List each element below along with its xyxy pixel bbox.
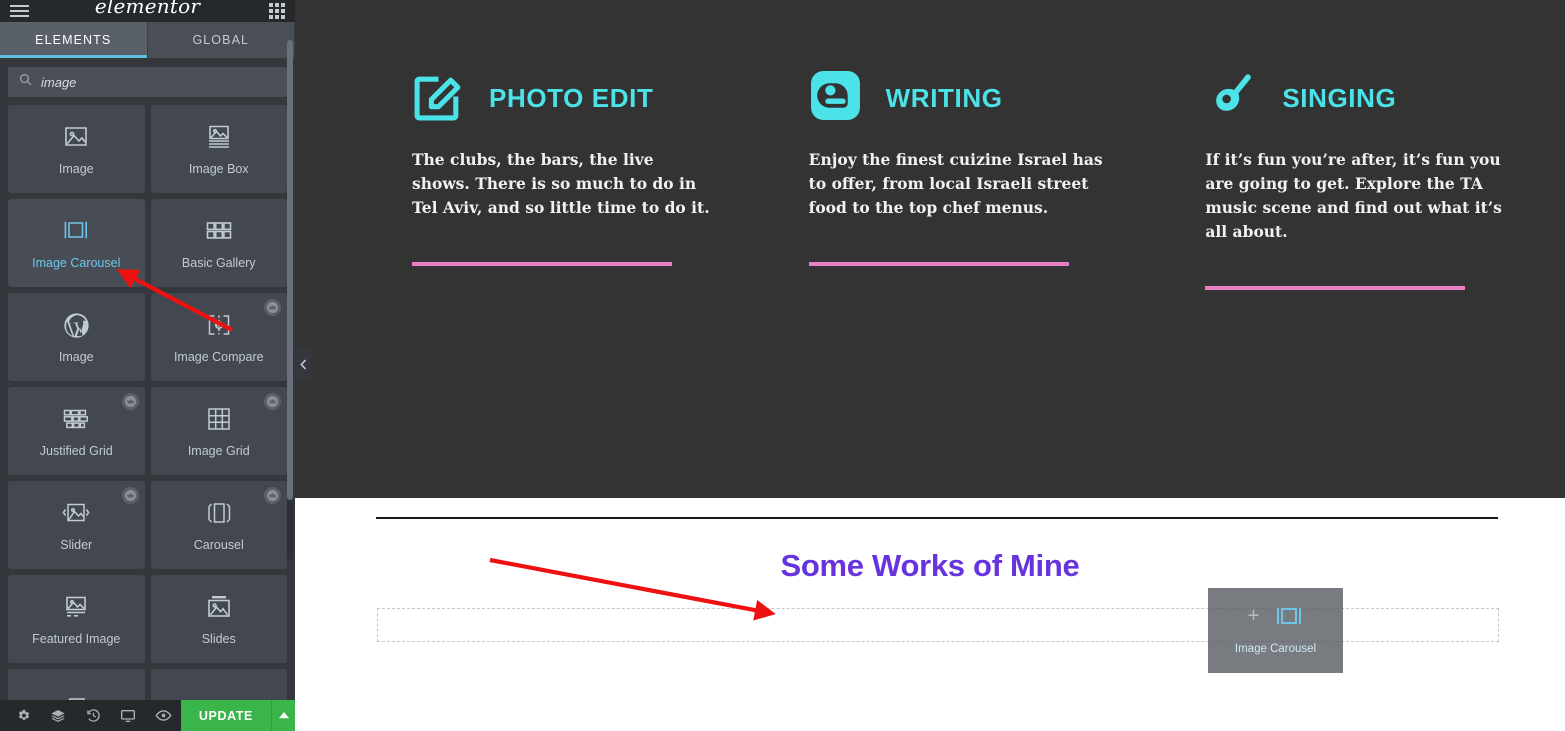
widget-tile-label: Image Compare (173, 350, 264, 365)
elementor-logo: elementor (94, 0, 201, 18)
feature-column: SINGING If it’s fun you’re after, it’s f… (1205, 70, 1565, 290)
feature-body: The clubs, the bars, the live shows. The… (412, 150, 710, 217)
search-input[interactable] (41, 74, 276, 90)
widget-tile-unnamed-13[interactable] (150, 669, 287, 700)
blogger-icon (809, 69, 862, 127)
widget-dropzone[interactable] (377, 608, 1499, 642)
search-icon (19, 73, 32, 91)
widget-tile-image-box[interactable]: Image Box (150, 105, 287, 193)
widget-tile-label: Slides (201, 632, 236, 647)
guitar-icon (1205, 69, 1258, 127)
tab-elements[interactable]: ELEMENTS (0, 22, 148, 58)
carousel-icon (205, 498, 233, 528)
feature-body: Enjoy the finest cuizine Israel has to o… (808, 150, 1103, 217)
panel-footer: UPDATE (0, 700, 295, 731)
widget-tile-unnamed-12[interactable] (8, 669, 145, 700)
pro-badge-icon (264, 487, 281, 504)
widget-tile-image[interactable]: Image (8, 293, 145, 381)
feature-column: WRITING Enjoy the finest cuizine Israel … (808, 70, 1169, 290)
widget-grid: Image Image Box Image Carousel Basic Galler… (0, 105, 295, 700)
pro-badge-icon (121, 393, 139, 410)
pro-badge-icon (264, 299, 281, 316)
widget-tile-image[interactable]: Image (8, 105, 145, 193)
pro-badge-icon (121, 487, 139, 504)
feature-heading-row: SINGING (1205, 70, 1565, 126)
chevron-up-icon[interactable] (271, 700, 295, 731)
panel-header: elementor (0, 0, 295, 22)
feature-heading-row: PHOTO EDIT (412, 70, 772, 126)
feature-title: PHOTO EDIT (489, 82, 654, 113)
flip-box-icon (63, 693, 89, 700)
featured-image-icon (63, 592, 89, 622)
image-compare-icon (206, 310, 232, 340)
image-icon (63, 122, 89, 152)
tab-global[interactable]: GLOBAL (147, 22, 295, 58)
update-button[interactable]: UPDATE (180, 700, 271, 731)
widget-tile-slides[interactable]: Slides (150, 575, 287, 663)
history-clock-icon[interactable] (76, 700, 111, 731)
image-grid-icon (207, 404, 231, 434)
feature-divider (412, 262, 672, 266)
works-section: Some Works of Mine (295, 498, 1565, 731)
basic-gallery-icon (206, 216, 232, 246)
feature-body: If it’s fun you’re after, it’s fun you a… (1205, 150, 1502, 241)
section-separator (376, 517, 1498, 519)
editor-panel: elementor ELEMENTS GLOBAL Image Image Box… (0, 0, 295, 731)
panel-scrollbar-thumb[interactable] (287, 40, 293, 500)
search-box[interactable] (8, 67, 287, 97)
panel-scrollbar[interactable] (287, 40, 293, 560)
widget-tile-label: Carousel (193, 538, 244, 553)
eye-icon[interactable] (146, 700, 181, 731)
widget-tile-slider[interactable]: Slider (8, 481, 145, 569)
elementor-editor: elementor ELEMENTS GLOBAL Image Image Box… (0, 0, 1565, 731)
widget-tile-label: Image (58, 350, 94, 365)
panel-tabs: ELEMENTS GLOBAL (0, 22, 295, 58)
slider-icon (62, 498, 90, 528)
grid-apps-icon[interactable] (269, 3, 285, 19)
works-heading: Some Works of Mine (780, 548, 1080, 583)
widget-tile-label: Justified Grid (39, 444, 113, 459)
pro-badge-icon (264, 393, 281, 410)
feature-column: PHOTO EDIT The clubs, the bars, the live… (412, 70, 772, 290)
image-carousel-icon (63, 216, 89, 246)
widget-tile-carousel[interactable]: Carousel (150, 481, 287, 569)
panel-search-area (0, 58, 295, 105)
feature-divider (1205, 286, 1466, 290)
widget-tile-label: Image Grid (187, 444, 250, 459)
widget-tile-image-carousel[interactable]: Image Carousel (8, 199, 145, 287)
layers-icon[interactable] (41, 700, 76, 731)
justified-grid-icon (63, 404, 89, 434)
widget-tile-label: Basic Gallery (181, 256, 256, 271)
feature-title: SINGING (1282, 82, 1397, 113)
media-carousel-icon (205, 693, 233, 700)
feature-divider (808, 262, 1069, 266)
widget-tile-basic-gallery[interactable]: Basic Gallery (150, 199, 287, 287)
widget-tile-label: Image Carousel (32, 256, 121, 271)
gear-icon[interactable] (6, 700, 41, 731)
widget-tile-justified-grid[interactable]: Justified Grid (8, 387, 145, 475)
wordpress-icon (63, 310, 90, 340)
image-box-icon (206, 122, 232, 152)
widget-tile-label: Image Box (188, 162, 249, 177)
widget-tile-image-compare[interactable]: Image Compare (150, 293, 287, 381)
monitor-icon[interactable] (111, 700, 146, 731)
features-columns: PHOTO EDIT The clubs, the bars, the live… (295, 0, 1565, 290)
hamburger-icon[interactable] (10, 5, 29, 17)
panel-collapse-handle[interactable] (295, 346, 311, 382)
slides-icon (206, 592, 232, 622)
feature-heading-row: WRITING (809, 70, 1169, 126)
pencil-square-icon (412, 69, 465, 127)
widget-tile-label: Slider (60, 538, 93, 553)
feature-title: WRITING (885, 82, 1003, 113)
widget-tile-label: Featured Image (32, 632, 121, 647)
widget-tile-featured-image[interactable]: Featured Image (8, 575, 145, 663)
widget-tile-label: Image (58, 162, 94, 177)
widget-tile-image-grid[interactable]: Image Grid (150, 387, 287, 475)
page-canvas: PHOTO EDIT The clubs, the bars, the live… (295, 0, 1565, 731)
update-button-group: UPDATE (180, 700, 295, 731)
